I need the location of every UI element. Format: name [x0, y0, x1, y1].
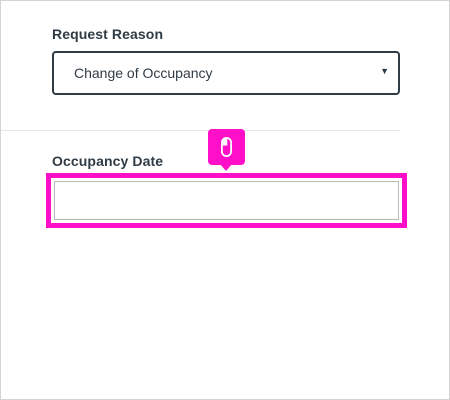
- occupancy-date-label: Occupancy Date: [52, 153, 164, 169]
- request-reason-select[interactable]: Change of Occupancy ▼: [52, 51, 400, 95]
- click-indicator-badge: [208, 129, 245, 165]
- form-panel: Request Reason Change of Occupancy ▼ Occ…: [0, 0, 450, 400]
- click-indicator-pointer: [220, 164, 232, 171]
- section-divider: [1, 130, 400, 131]
- occupancy-date-highlight: [46, 173, 407, 228]
- request-reason-label: Request Reason: [52, 26, 164, 42]
- occupancy-date-field[interactable]: [54, 181, 399, 220]
- occupancy-date-input[interactable]: [55, 182, 398, 219]
- request-reason-selected-value: Change of Occupancy: [74, 65, 213, 81]
- mouse-icon: [221, 137, 232, 157]
- caret-down-icon: ▼: [380, 66, 389, 76]
